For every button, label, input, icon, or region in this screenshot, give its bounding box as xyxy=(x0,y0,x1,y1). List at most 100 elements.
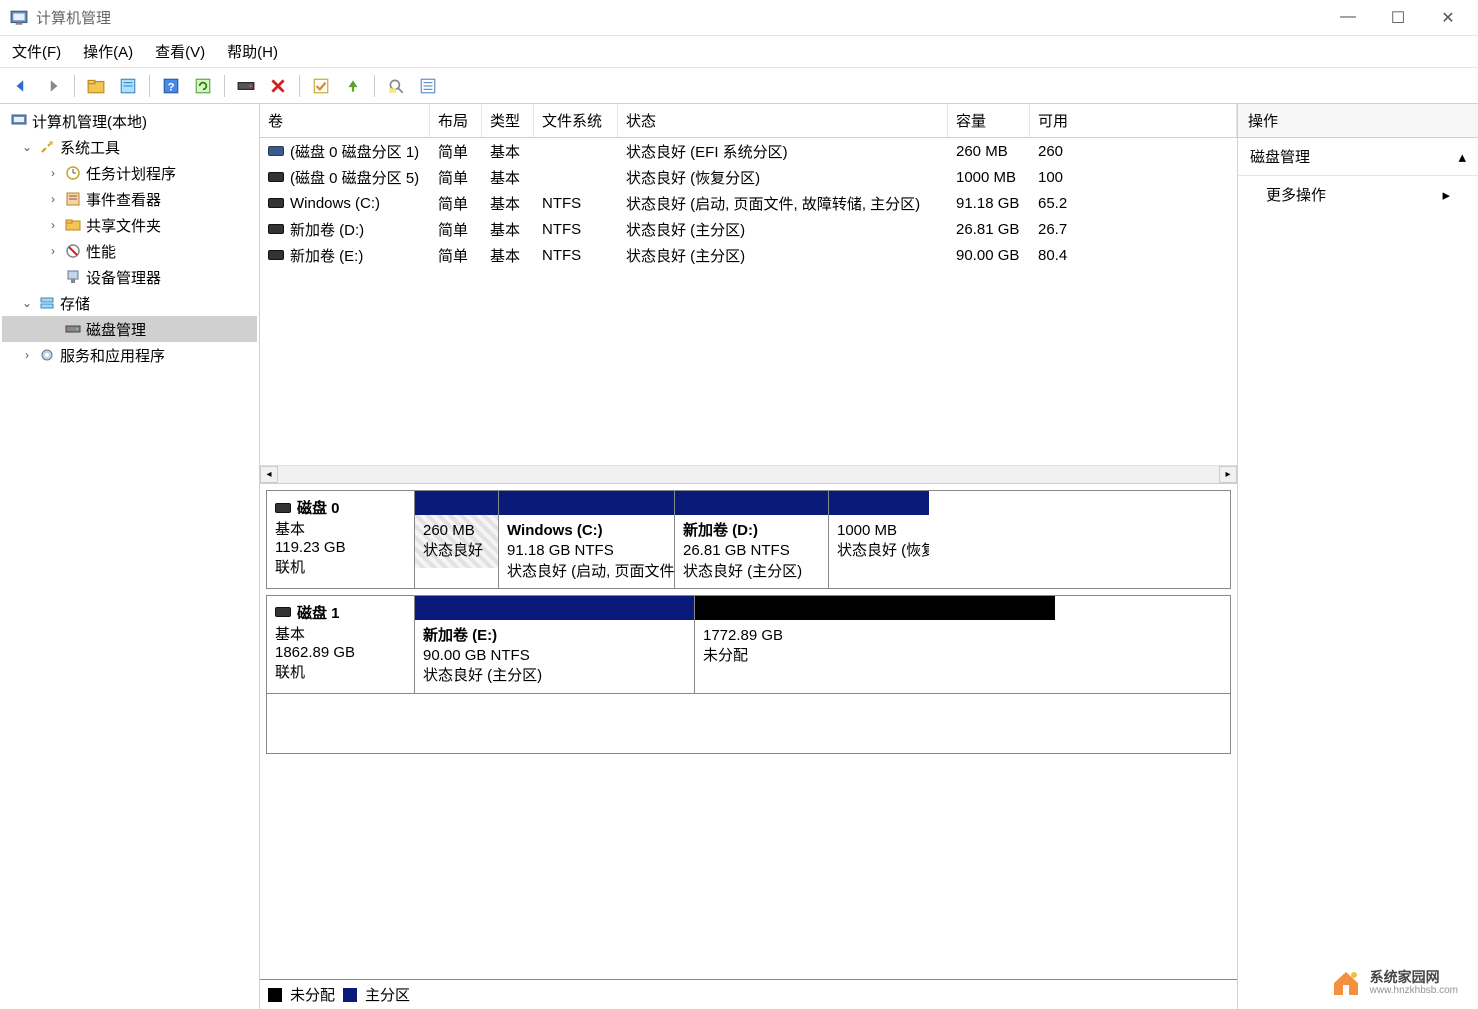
col-layout[interactable]: 布局 xyxy=(430,104,482,137)
volume-type: 基本 xyxy=(482,245,534,266)
help-icon[interactable]: ? xyxy=(158,73,184,99)
disk-info[interactable]: 磁盘 1基本1862.89 GB联机 xyxy=(267,596,415,693)
scroll-right-icon[interactable]: ▸ xyxy=(1219,466,1237,483)
partition-status: 状态良好 xyxy=(423,541,490,561)
watermark-name: 系统家园网 xyxy=(1370,970,1458,985)
tree-root[interactable]: 计算机管理(本地) xyxy=(2,108,257,134)
disk-online: 联机 xyxy=(275,556,406,577)
expand-icon[interactable]: › xyxy=(20,348,34,362)
partition[interactable]: 1000 MB状态良好 (恢复分区) xyxy=(829,491,929,588)
volume-row[interactable]: (磁盘 0 磁盘分区 5)简单基本状态良好 (恢复分区)1000 MB100 xyxy=(260,164,1237,190)
volume-layout: 简单 xyxy=(430,193,482,214)
menu-action[interactable]: 操作(A) xyxy=(83,41,133,62)
refresh-icon[interactable] xyxy=(190,73,216,99)
storage-icon xyxy=(38,294,56,312)
partition-size: 26.81 GB NTFS xyxy=(683,541,820,561)
col-type[interactable]: 类型 xyxy=(482,104,534,137)
volume-table-header: 卷 布局 类型 文件系统 状态 容量 可用 xyxy=(260,104,1237,138)
volume-status: 状态良好 (主分区) xyxy=(618,245,948,266)
disk-info[interactable]: 磁盘 0基本119.23 GB联机 xyxy=(267,491,415,588)
partition[interactable]: 新加卷 (D:)26.81 GB NTFS状态良好 (主分区) xyxy=(675,491,829,588)
col-volume[interactable]: 卷 xyxy=(260,104,430,137)
tree-storage[interactable]: ⌄ 存储 xyxy=(2,290,257,316)
search-icon[interactable] xyxy=(383,73,409,99)
volume-row[interactable]: Windows (C:)简单基本NTFS状态良好 (启动, 页面文件, 故障转储… xyxy=(260,190,1237,216)
collapse-icon[interactable]: ⌄ xyxy=(20,296,34,310)
expand-icon[interactable]: › xyxy=(46,218,60,232)
tree-label: 设备管理器 xyxy=(86,267,161,288)
expand-icon[interactable]: › xyxy=(46,192,60,206)
tree-label: 事件查看器 xyxy=(86,189,161,210)
drive-icon[interactable] xyxy=(233,73,259,99)
computer-icon xyxy=(10,112,28,130)
col-capacity[interactable]: 容量 xyxy=(948,104,1030,137)
partition[interactable]: Windows (C:)91.18 GB NTFS状态良好 (启动, 页面文件,… xyxy=(499,491,675,588)
list-icon[interactable] xyxy=(415,73,441,99)
maximize-button[interactable]: ☐ xyxy=(1388,8,1408,28)
properties-icon[interactable] xyxy=(115,73,141,99)
partition[interactable]: 260 MB状态良好 xyxy=(415,491,499,588)
partition-status: 未分配 xyxy=(703,646,1047,666)
volume-name: Windows (C:) xyxy=(290,195,380,212)
volume-type: 基本 xyxy=(482,167,534,188)
partition[interactable]: 新加卷 (E:)90.00 GB NTFS状态良好 (主分区) xyxy=(415,596,695,693)
tree-diskmgmt[interactable]: 磁盘管理 xyxy=(2,316,257,342)
volume-fs: NTFS xyxy=(534,247,618,264)
disk-size: 119.23 GB xyxy=(275,539,406,556)
menu-help[interactable]: 帮助(H) xyxy=(227,41,278,62)
partition-stripe xyxy=(415,596,694,620)
volume-type: 基本 xyxy=(482,193,534,214)
tree-taskscheduler[interactable]: › 任务计划程序 xyxy=(2,160,257,186)
scroll-left-icon[interactable]: ◂ xyxy=(260,466,278,483)
empty-row xyxy=(266,694,1231,754)
check-icon[interactable] xyxy=(308,73,334,99)
tree-sharedfolders[interactable]: › 共享文件夹 xyxy=(2,212,257,238)
event-icon xyxy=(64,190,82,208)
expand-icon[interactable]: › xyxy=(46,244,60,258)
volume-type: 基本 xyxy=(482,141,534,162)
tree-systools[interactable]: ⌄ 系统工具 xyxy=(2,134,257,160)
expand-icon[interactable]: › xyxy=(46,166,60,180)
delete-icon[interactable] xyxy=(265,73,291,99)
volume-capacity: 1000 MB xyxy=(948,169,1030,186)
disk-block: 磁盘 1基本1862.89 GB联机新加卷 (E:)90.00 GB NTFS状… xyxy=(266,595,1231,694)
tree-devicemgr[interactable]: 设备管理器 xyxy=(2,264,257,290)
collapse-icon[interactable]: ⌄ xyxy=(20,140,34,154)
actions-section-label: 磁盘管理 xyxy=(1250,146,1310,167)
up-arrow-icon[interactable] xyxy=(340,73,366,99)
volume-layout: 简单 xyxy=(430,167,482,188)
horizontal-scrollbar[interactable]: ◂ ▸ xyxy=(260,465,1237,483)
col-status[interactable]: 状态 xyxy=(618,104,948,137)
tree-label: 性能 xyxy=(86,241,116,262)
partition-size: 90.00 GB NTFS xyxy=(423,646,686,666)
volume-row[interactable]: 新加卷 (D:)简单基本NTFS状态良好 (主分区)26.81 GB26.7 xyxy=(260,216,1237,242)
partition-stripe xyxy=(675,491,828,515)
volume-row[interactable]: (磁盘 0 磁盘分区 1)简单基本状态良好 (EFI 系统分区)260 MB26… xyxy=(260,138,1237,164)
legend: 未分配 主分区 xyxy=(260,979,1237,1009)
forward-button[interactable] xyxy=(40,73,66,99)
up-folder-icon[interactable] xyxy=(83,73,109,99)
scroll-track[interactable] xyxy=(278,466,1219,483)
volume-capacity: 26.81 GB xyxy=(948,221,1030,238)
close-button[interactable]: ✕ xyxy=(1438,8,1458,28)
partition-status: 状态良好 (恢复分区) xyxy=(837,541,921,561)
tree-eventviewer[interactable]: › 事件查看器 xyxy=(2,186,257,212)
col-fs[interactable]: 文件系统 xyxy=(534,104,618,137)
partition[interactable]: 1772.89 GB未分配 xyxy=(695,596,1055,693)
menu-view[interactable]: 查看(V) xyxy=(155,41,205,62)
volume-row[interactable]: 新加卷 (E:)简单基本NTFS状态良好 (主分区)90.00 GB80.4 xyxy=(260,242,1237,268)
disk-online: 联机 xyxy=(275,661,406,682)
actions-section[interactable]: 磁盘管理 ▴ xyxy=(1238,138,1478,176)
partition-name: 新加卷 (E:) xyxy=(423,626,686,646)
menu-file[interactable]: 文件(F) xyxy=(12,41,61,62)
watermark: 系统家园网 www.hnzkhbsb.com xyxy=(1330,967,1458,999)
tree-services[interactable]: › 服务和应用程序 xyxy=(2,342,257,368)
collapse-icon: ▴ xyxy=(1458,148,1466,166)
actions-more[interactable]: 更多操作 ▸ xyxy=(1238,176,1478,213)
tree-performance[interactable]: › 性能 xyxy=(2,238,257,264)
back-button[interactable] xyxy=(8,73,34,99)
partition-size: 91.18 GB NTFS xyxy=(507,541,666,561)
col-free[interactable]: 可用 xyxy=(1030,104,1237,137)
volume-name: 新加卷 (D:) xyxy=(290,219,364,240)
minimize-button[interactable]: — xyxy=(1338,8,1358,28)
